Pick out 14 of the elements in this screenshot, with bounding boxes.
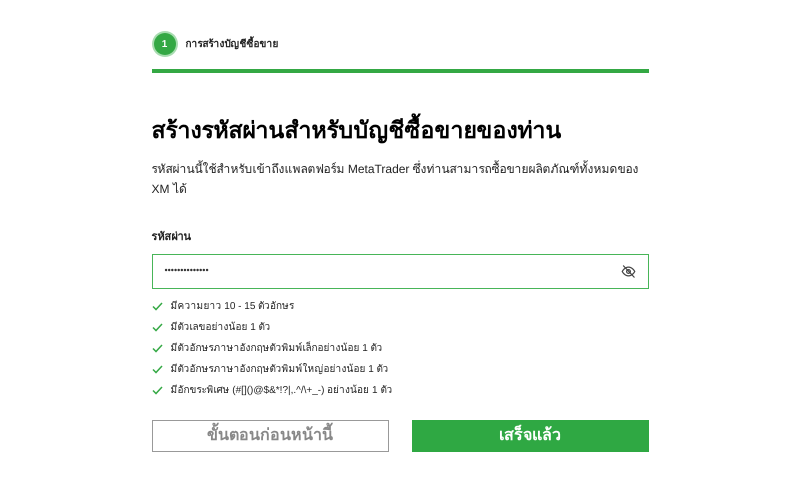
password-rule: มีความยาว 10 - 15 ตัวอักษร [170, 300, 294, 314]
done-button[interactable]: เสร็จแล้ว [412, 420, 648, 452]
eye-off-icon[interactable] [620, 264, 636, 278]
password-rule: มีตัวอักษรภาษาอังกฤษตัวพิมพ์ใหญ่อย่างน้อย 1 ตัว [170, 362, 389, 376]
page-title: สร้างรหัสผ่านสำหรับบัญชีซื้อขายของท่าน [152, 115, 648, 145]
step-number: 1 [154, 33, 176, 55]
description: รหัสผ่านนี้ใช้สำหรับเข้าถึงแพลตฟอร์ม MetaTrader ซึ่งท่านสามารถซื้อขายผลิตภัณฑ์ทั้งหมดของ XM ได้ [152, 159, 640, 198]
password-rule: มีตัวเลขอย่างน้อย 1 ตัว [170, 320, 271, 334]
password-rule: มีตัวอักษรภาษาอังกฤษตัวพิมพ์เล็กอย่างน้อย 1 ตัว [170, 340, 383, 356]
password-field[interactable]: •••••••••••••• [152, 254, 648, 288]
step-label: การสร้างบัญชีซื้อขาย [186, 36, 278, 52]
password-label: รหัสผ่าน [152, 230, 192, 245]
back-button[interactable]: ขั้นตอนก่อนหน้านี้ [152, 420, 388, 452]
password-rule: มีอักขระพิเศษ (#[]()@$&*!?|,.^/\+_-) อย่างน้อย 1 ตัว [170, 384, 392, 398]
